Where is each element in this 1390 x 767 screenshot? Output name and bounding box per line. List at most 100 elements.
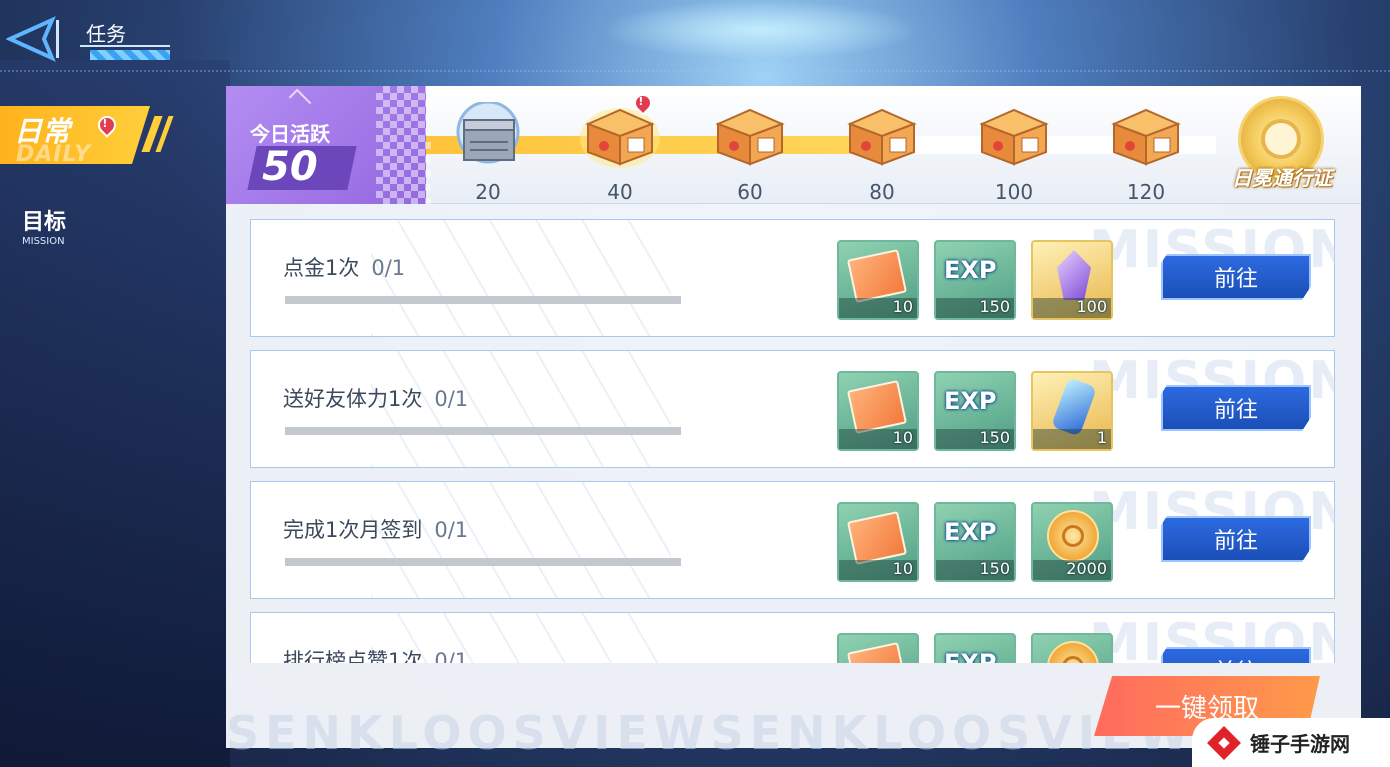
task-progress: 0/1 bbox=[371, 256, 406, 280]
go-button[interactable]: 前往 bbox=[1161, 385, 1311, 431]
header-stripe-bar bbox=[90, 50, 170, 60]
milestone-80[interactable]: 80 bbox=[834, 92, 930, 204]
task-name: 点金1次 0/1 bbox=[283, 252, 405, 282]
milestone-points: 20 bbox=[475, 180, 501, 204]
task-progress-bar bbox=[285, 558, 681, 566]
go-button[interactable]: 前往 bbox=[1161, 647, 1311, 663]
exp-icon: EXP bbox=[944, 256, 997, 284]
gold-coin-icon bbox=[1047, 510, 1099, 562]
coin-center bbox=[1062, 656, 1084, 663]
milestone-20[interactable]: 20 bbox=[440, 92, 536, 204]
reward-item[interactable]: 10 bbox=[837, 371, 919, 451]
reward-item[interactable]: 10 bbox=[837, 633, 919, 663]
milestone-points: 40 bbox=[607, 180, 633, 204]
chest-icon bbox=[1111, 108, 1181, 166]
coin-center bbox=[1062, 525, 1084, 547]
tab-mission[interactable]: 目标 MISSION bbox=[22, 204, 122, 248]
reward-item[interactable]: 10 bbox=[837, 240, 919, 320]
task-row: MISSION 点金1次 0/1 10 EXP 150 100 前往 bbox=[250, 219, 1335, 337]
pass-badge[interactable]: 日冕通行证 bbox=[1208, 92, 1354, 198]
milestone-points: 100 bbox=[994, 180, 1034, 204]
task-name-text: 送好友体力1次 bbox=[283, 387, 423, 411]
reward-qty: 150 bbox=[979, 297, 1010, 316]
milestone-120[interactable]: 120 bbox=[1098, 92, 1194, 204]
task-progress: 0/1 bbox=[434, 518, 469, 542]
task-row: MISSION 送好友体力1次 0/1 10 EXP 150 1 前往 bbox=[250, 350, 1335, 468]
exp-icon: EXP bbox=[944, 387, 997, 415]
reward-qty: 10 bbox=[892, 559, 913, 578]
background-glow bbox=[600, 0, 920, 60]
hammer-logo-icon bbox=[1207, 725, 1241, 760]
task-name: 送好友体力1次 0/1 bbox=[283, 383, 468, 413]
milestone-points: 120 bbox=[1126, 180, 1166, 204]
opened-chest-icon bbox=[456, 102, 520, 164]
activity-label: 今日活跃 bbox=[250, 122, 330, 146]
milestone-points: 60 bbox=[737, 180, 763, 204]
activity-ticket-icon bbox=[846, 642, 908, 663]
activity-checker-pattern bbox=[376, 86, 431, 204]
back-arrow-icon bbox=[5, 16, 59, 62]
milestone-40[interactable]: 40 bbox=[572, 90, 668, 204]
energy-capsule-icon bbox=[1051, 377, 1097, 437]
background-dotted-line bbox=[0, 70, 1390, 72]
task-name-text: 点金1次 bbox=[283, 256, 360, 280]
chest-icon bbox=[979, 108, 1049, 166]
pass-label: 日冕通行证 bbox=[1232, 166, 1332, 190]
page-title: 任务 bbox=[86, 22, 126, 46]
milestone-60[interactable]: 60 bbox=[702, 92, 798, 204]
chest-icon bbox=[715, 108, 785, 166]
chevron-up-icon bbox=[288, 88, 312, 112]
reward-item[interactable]: EXP 150 bbox=[934, 240, 1016, 320]
activity-ticket-icon bbox=[846, 249, 908, 303]
task-progress: 0/1 bbox=[434, 649, 469, 663]
activity-ticket-icon bbox=[846, 380, 908, 434]
reward-item[interactable]: EXP 150 bbox=[934, 371, 1016, 451]
task-row: MISSION 排行榜点赞1次0/1 10 EXP 150 2000 前往 bbox=[250, 612, 1335, 663]
reward-item[interactable]: EXP 150 bbox=[934, 502, 1016, 582]
activity-strip: 今日活跃 50 20 40 bbox=[226, 86, 1361, 204]
task-name: 完成1次月签到 0/1 bbox=[283, 514, 468, 544]
row-pattern bbox=[371, 220, 671, 336]
task-progress-bar bbox=[285, 427, 681, 435]
reward-qty: 150 bbox=[979, 559, 1010, 578]
back-button[interactable] bbox=[5, 16, 62, 62]
reward-qty: 1 bbox=[1096, 428, 1107, 447]
tab-mission-label: 目标 bbox=[22, 210, 67, 235]
reward-qty: 10 bbox=[892, 428, 913, 447]
reward-item[interactable]: 100 bbox=[1031, 240, 1113, 320]
tab-daily[interactable]: DAILY 日常 bbox=[0, 106, 176, 167]
medal-eye-icon bbox=[1261, 119, 1301, 159]
reward-item[interactable]: EXP 150 bbox=[934, 633, 1016, 663]
milestone-points: 80 bbox=[869, 180, 895, 204]
milestone-100[interactable]: 100 bbox=[966, 92, 1062, 204]
task-progress: 0/1 bbox=[434, 387, 469, 411]
exp-icon: EXP bbox=[944, 649, 997, 663]
reward-item[interactable]: 2000 bbox=[1031, 633, 1113, 663]
task-list[interactable]: MISSION 点金1次 0/1 10 EXP 150 100 前往 MISSI… bbox=[250, 219, 1335, 663]
task-name: 排行榜点赞1次 0/1 bbox=[283, 645, 468, 663]
chest-icon bbox=[847, 108, 917, 166]
tab-daily-label: 日常 bbox=[14, 115, 71, 148]
go-button[interactable]: 前往 bbox=[1161, 254, 1311, 300]
chest-icon bbox=[580, 108, 660, 168]
purple-crystal-icon bbox=[1057, 250, 1091, 300]
reward-qty: 150 bbox=[979, 428, 1010, 447]
reward-item[interactable]: 10 bbox=[837, 502, 919, 582]
reward-qty: 100 bbox=[1076, 297, 1107, 316]
reward-item[interactable]: 2000 bbox=[1031, 502, 1113, 582]
task-name-text: 完成1次月签到 bbox=[283, 518, 423, 542]
activity-value: 50 bbox=[262, 144, 318, 190]
reward-qty: 10 bbox=[892, 297, 913, 316]
site-logo-text: 锤子手游网 bbox=[1250, 732, 1350, 756]
reward-qty: 2000 bbox=[1066, 559, 1107, 578]
tab-mission-sublabel: MISSION bbox=[22, 236, 65, 247]
go-button[interactable]: 前往 bbox=[1161, 516, 1311, 562]
task-name-text: 排行榜点赞1次 bbox=[283, 649, 423, 663]
gold-coin-icon bbox=[1047, 641, 1099, 663]
task-row: MISSION 完成1次月签到 0/1 10 EXP 150 2000 前往 bbox=[250, 481, 1335, 599]
task-progress-bar bbox=[285, 296, 681, 304]
reward-item[interactable]: 1 bbox=[1031, 371, 1113, 451]
exp-icon: EXP bbox=[944, 518, 997, 546]
site-logo: 锤子手游网 bbox=[1192, 718, 1390, 767]
task-panel: 今日活跃 50 20 40 bbox=[226, 86, 1361, 760]
